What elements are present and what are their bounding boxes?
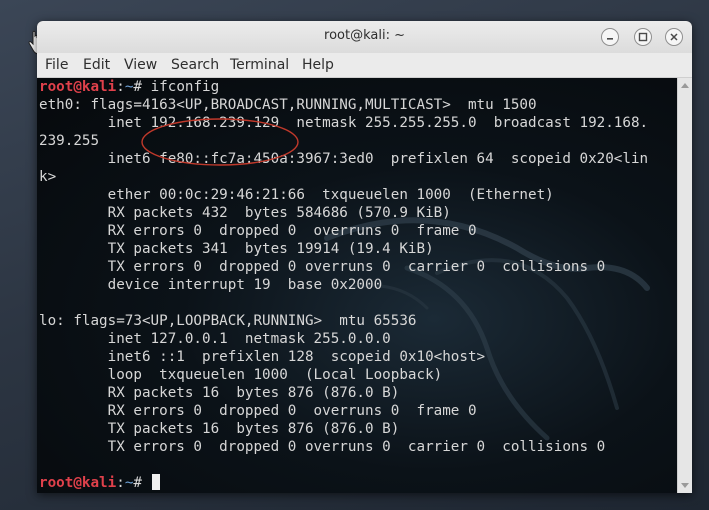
output-line: inet 192.168.239.129 netmask 255.255.255… [39,115,649,131]
command-line: root@kali:~# ifconfig [39,78,648,96]
output-line: RX packets 432 bytes 584686 (570.9 KiB) [39,205,451,221]
prompt-symbol: # [133,475,151,491]
terminal-output: root@kali:~# ifconfig eth0: flags=4163<UP… [39,78,648,492]
terminal-window: root@kali: ~ File Edit View Search Termi… [37,21,692,493]
menu-search[interactable]: Search [171,57,219,73]
output-line: RX errors 0 dropped 0 overruns 0 frame 0 [39,403,477,419]
scroll-up-icon[interactable] [681,82,689,88]
output-line: eth0: flags=4163<UP,BROADCAST,RUNNING,MU… [39,97,537,113]
output-line: k> [39,169,57,185]
ip-address-highlight-ellipse [141,118,299,166]
current-prompt-line[interactable]: root@kali:~# [39,474,648,492]
close-button[interactable] [665,28,683,46]
scroll-down-icon[interactable] [681,483,689,489]
output-line: ether 00:0c:29:46:21:66 txqueuelen 1000 … [39,187,554,203]
text-cursor [151,474,160,490]
output-line: lo: flags=73<UP,LOOPBACK,RUNNING> mtu 65… [39,313,417,329]
menu-view[interactable]: View [124,57,157,73]
prompt-symbol: # [133,79,151,95]
output-line: TX errors 0 dropped 0 overruns 0 carrier… [39,439,606,455]
maximize-icon [638,32,648,42]
prompt-separator: : [116,79,125,95]
menu-bar: File Edit View Search Terminal Help [37,53,692,78]
menu-edit[interactable]: Edit [83,57,110,73]
command-text: ifconfig [150,79,220,95]
output-line: inet6 fe80::fc7a:450a:3967:3ed0 prefixle… [39,151,649,167]
title-bar[interactable]: root@kali: ~ [37,21,692,54]
terminal-area[interactable]: root@kali:~# ifconfig eth0: flags=4163<UP… [37,78,677,493]
menu-terminal[interactable]: Terminal [230,57,289,73]
output-line: inet 127.0.0.1 netmask 255.0.0.0 [39,331,391,347]
close-icon [670,33,678,41]
output-line: RX errors 0 dropped 0 overruns 0 frame 0 [39,223,477,239]
menu-help[interactable]: Help [302,57,334,73]
output-line: device interrupt 19 base 0x2000 [39,277,383,293]
prompt-user: root@kali [39,475,117,491]
menu-file[interactable]: File [45,57,68,73]
output-line: TX errors 0 dropped 0 overruns 0 carrier… [39,259,606,275]
maximize-button[interactable] [634,28,652,46]
vertical-scrollbar[interactable] [677,78,692,493]
output-line: TX packets 16 bytes 876 (876.0 B) [39,421,400,437]
window-title: root@kali: ~ [324,28,405,43]
output-line: RX packets 16 bytes 876 (876.0 B) [39,385,400,401]
minimize-icon [607,38,613,40]
output-line: loop txqueuelen 1000 (Local Loopback) [39,367,443,383]
prompt-user: root@kali [39,79,117,95]
minimize-button[interactable] [601,28,619,46]
output-line: 239.255 [39,133,100,149]
output-line: TX packets 341 bytes 19914 (19.4 KiB) [39,241,434,257]
output-line: inet6 ::1 prefixlen 128 scopeid 0x10<hos… [39,349,486,365]
prompt-separator: : [116,475,125,491]
